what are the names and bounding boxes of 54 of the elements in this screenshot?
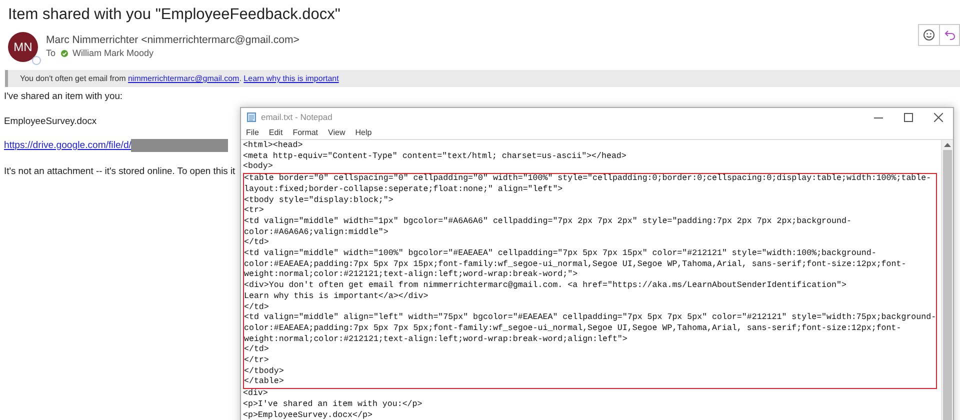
window-title: email.txt - Notepad bbox=[261, 112, 332, 122]
code-line: color:#EAEAEA;padding:7px 5px 7px 5px;font-family:wf_segoe-ui_normal,Segoe UI,Segoe WP,Tahoma,Arial, sans-serif;font-size:12px;font- bbox=[244, 324, 902, 335]
body-text: I've shared an item with you: bbox=[4, 90, 123, 100]
sender: Marc Nimmerrichter <nimmerrichtermarc@gmail.com> bbox=[46, 34, 300, 46]
code-line: </tbody> bbox=[244, 366, 285, 377]
check-icon bbox=[60, 50, 68, 56]
sender-link[interactable]: nimmerrichtermarc@gmail.com bbox=[128, 74, 240, 83]
recipient[interactable]: William Mark Moody bbox=[72, 48, 154, 58]
code-line: </td> bbox=[244, 238, 270, 249]
code-line: color:#EAEAEA;padding:7px 5px 7px 15px;font-family:wf_segoe-ui_normal,Segoe UI,Segoe WP,Tahoma,Arial, sans-serif;font-size:12px;font- bbox=[244, 260, 908, 270]
scrollbar[interactable] bbox=[941, 140, 953, 420]
code-line: <td valign="middle" align="left" width="75px" bgcolor="#EAEAEA" cellpadding="7px 5px 7px 5px" color="#212121" style="width:75px;background- bbox=[244, 313, 936, 324]
code-line: <td valign="middle" width="100%" bgcolor="#EAEAEA" cellpadding="7px 5px 7px 15px" color="#212121" style="width:100%;background- bbox=[244, 249, 878, 260]
file-link[interactable]: https://drive.google.com/file/d/ bbox=[4, 140, 132, 150]
menu-item[interactable]: Edit bbox=[268, 128, 283, 137]
menu-item[interactable]: View bbox=[328, 128, 346, 137]
menu-item[interactable]: Help bbox=[355, 128, 372, 137]
code-line: <table border="0" cellspacing="0" cellpadding="0" width="100%" style="cellpadding:0;border:0;cellspacing:0;display:table;width:100%;table- bbox=[244, 174, 932, 185]
code-line: layout:fixed;border-collapse:seperate;float:none;" align="left"> bbox=[244, 184, 564, 196]
email-subject: Item shared with you "EmployeeFeedback.docx" bbox=[7, 5, 342, 25]
code-line: weight:normal;color:#212121;text-align:left;word-wrap:break-word;"> bbox=[244, 270, 579, 281]
code-line: color:#A6A6A6;valign:middle"> bbox=[244, 228, 390, 238]
code-line: <html><head> bbox=[243, 141, 304, 152]
code-line: </tr> bbox=[244, 356, 270, 367]
code-line: <tbody style="display:block;"> bbox=[244, 196, 394, 206]
scroll-up-icon[interactable] bbox=[944, 143, 952, 147]
avatar: MN bbox=[8, 32, 38, 62]
learn-more-link[interactable]: Learn why this is important bbox=[244, 74, 339, 83]
smiley-icon bbox=[923, 29, 935, 41]
reply-icon bbox=[944, 29, 956, 41]
presence-icon bbox=[32, 56, 41, 65]
to-label: To bbox=[46, 48, 56, 58]
menu-item[interactable]: File bbox=[246, 128, 259, 137]
code-line: Learn why this is important</a></div> bbox=[244, 292, 430, 303]
code-line: </table> bbox=[244, 377, 285, 388]
code-line: <p>I've shared an item with you:</p> bbox=[243, 400, 424, 411]
maximize-icon bbox=[904, 112, 912, 122]
close-icon bbox=[934, 112, 942, 122]
code-line: <meta http-equiv="Content-Type" content="text/html; charset=us-ascii"></head> bbox=[243, 152, 628, 162]
code-line: <p>EmployeeSurvey.docx</p> bbox=[243, 410, 374, 420]
body-text: It's not an attachment -- it's stored online. To open this it bbox=[4, 164, 236, 176]
scroll-thumb[interactable] bbox=[943, 150, 952, 420]
code-line: </td> bbox=[244, 345, 270, 356]
banner-text: You don't often get email from nimmerrichtermarc@gmail.com. Learn why this is important bbox=[20, 74, 339, 83]
body-text: EmployeeSurvey.docx bbox=[4, 114, 97, 126]
code-line: </td> bbox=[244, 302, 270, 313]
code-line: weight:normal;color:#212121;text-align:left;word-wrap:break-word;align:left"> bbox=[244, 334, 628, 345]
code-line: <div>You don't often get email from nimmerrichtermarc@gmail.com. <a href="https://aka.ms/LearnAboutSenderIdentification"> bbox=[244, 281, 848, 292]
code-line: <div> bbox=[243, 389, 269, 400]
code-line: <td valign="middle" width="1px" bgcolor="#A6A6A6" cellpadding="7px 2px 7px 2px" style="padding:7px 2px 7px 2px;background- bbox=[244, 216, 852, 228]
notepad-icon bbox=[247, 112, 256, 122]
code-line: <tr> bbox=[244, 206, 265, 217]
menu-item[interactable]: Format bbox=[292, 128, 318, 137]
code-line: <body> bbox=[243, 162, 274, 174]
